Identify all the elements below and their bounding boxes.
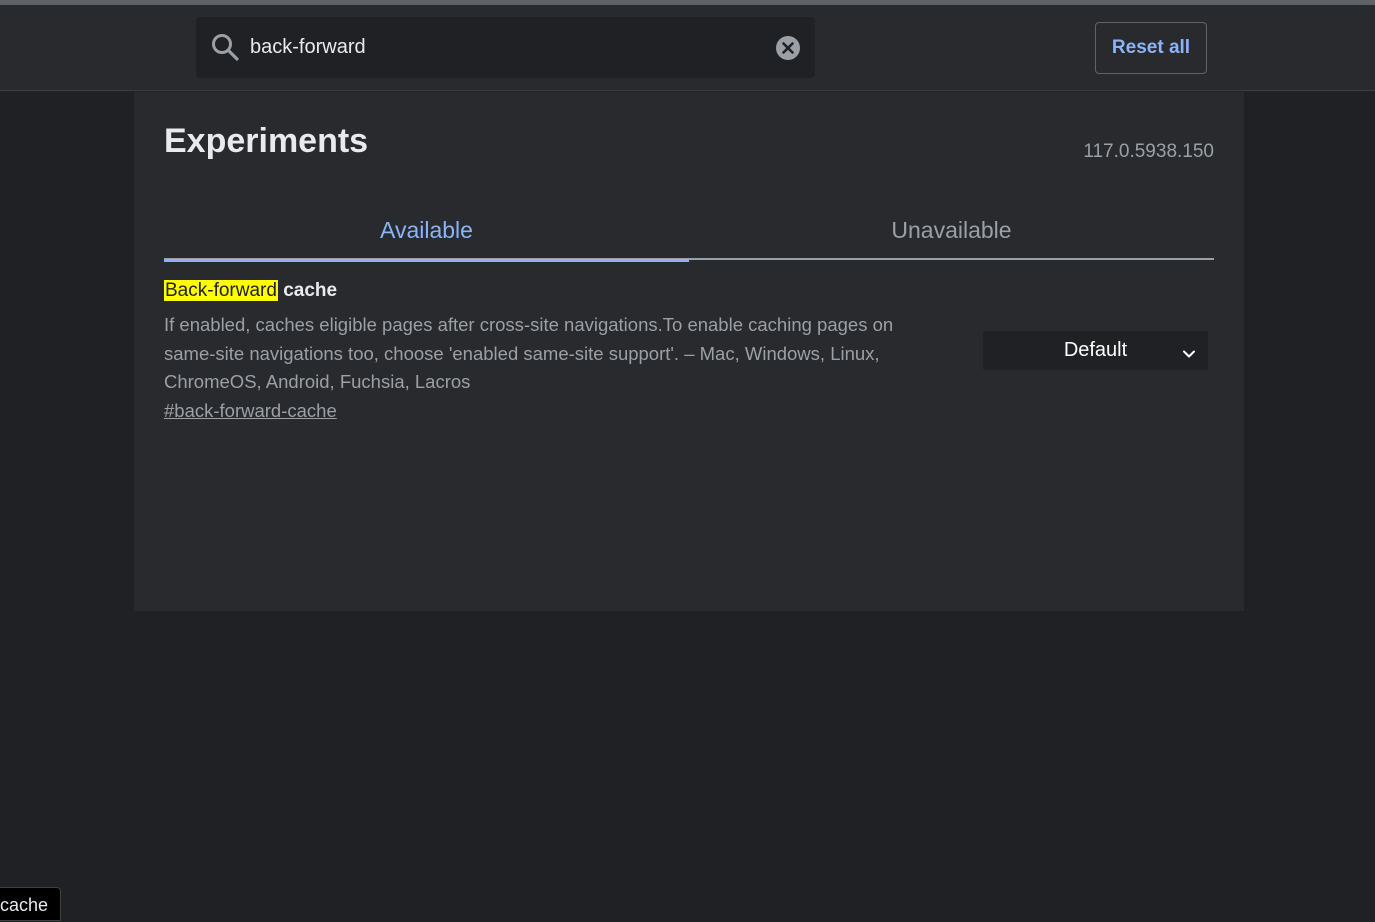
version-label: 117.0.5938.150 <box>1083 141 1214 162</box>
selected-option: Default <box>1063 339 1128 361</box>
page-title: Experiments <box>164 122 369 160</box>
search-input[interactable] <box>250 31 750 63</box>
experiments-panel: Experiments 117.0.5938.150 Available Una… <box>134 92 1244 611</box>
search-match-highlight: Back-forward <box>164 280 278 301</box>
experiment-permalink[interactable]: #back-forward-cache <box>164 400 337 422</box>
reset-all-button[interactable]: Reset all <box>1095 22 1207 74</box>
experiment-name-rest: cache <box>277 280 338 301</box>
tab-unavailable[interactable]: Unavailable <box>689 200 1214 260</box>
clear-search-icon[interactable] <box>774 34 802 62</box>
status-tooltip: cache <box>0 887 62 921</box>
experiment-name: Back-forward cache <box>164 278 1214 304</box>
chevron-down-icon <box>1182 344 1196 358</box>
experiment-description: If enabled, caches eligible pages after … <box>164 314 894 392</box>
header-bar: Reset all <box>0 5 1375 91</box>
tab-available[interactable]: Available <box>164 200 689 262</box>
experiment-state-select[interactable]: Default <box>983 331 1208 370</box>
search-box[interactable] <box>196 17 815 78</box>
search-icon <box>210 32 240 62</box>
tab-bar: Available Unavailable <box>164 200 1214 262</box>
